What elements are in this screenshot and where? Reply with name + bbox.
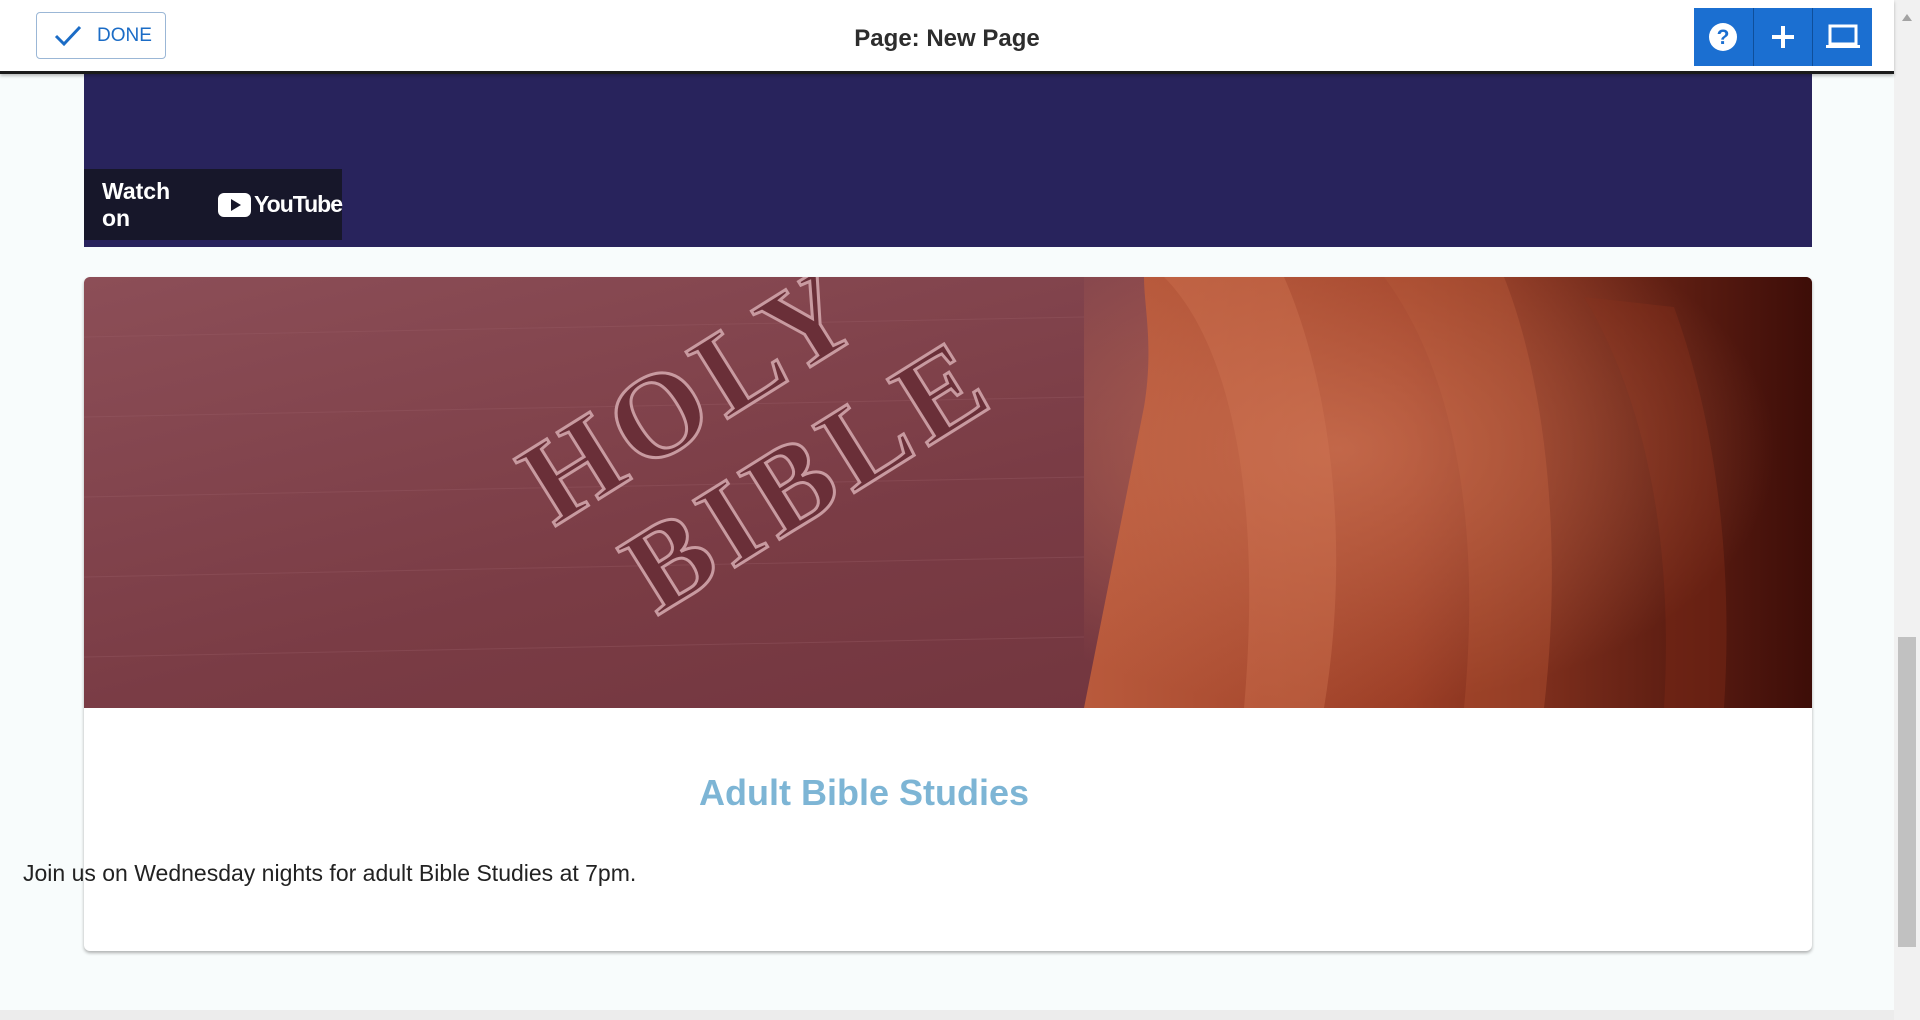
done-label: DONE [97,24,152,46]
page-title: Page: New Page [854,25,1040,52]
svg-text:?: ? [1717,26,1730,49]
card-heading: Adult Bible Studies [698,772,1029,813]
add-block-button[interactable] [1753,8,1814,66]
watch-on-youtube-link[interactable]: Watch on YouTube [84,169,343,240]
plus-icon [1772,26,1794,48]
holy-bible-image: HOLY BIBLE [84,277,1812,708]
editor-toolbar: DONE Page: New Page ? [0,0,1894,74]
help-button[interactable]: ? [1694,8,1754,66]
youtube-wordmark: YouTube [254,191,343,217]
card-body-text: Join us on Wednesday nights for adult Bi… [23,860,637,886]
youtube-logo: YouTube [218,191,343,218]
page-scrollbar[interactable] [1894,0,1920,1020]
toolbar-actions: ? [1694,8,1873,66]
checkmark-icon [54,25,82,46]
youtube-play-icon [218,192,252,217]
scrollbar-thumb[interactable] [1898,637,1916,947]
done-button[interactable]: DONE [36,12,166,59]
preview-button[interactable] [1813,8,1873,66]
laptop-icon [1825,24,1860,48]
page-bottom-strip [0,1010,1894,1020]
watch-on-label: Watch on [102,177,171,231]
scroll-up-arrow-icon[interactable] [1894,0,1920,34]
youtube-embed[interactable]: Watch on YouTube [84,74,1812,247]
content-card: HOLY BIBLE [84,277,1812,951]
help-circle-icon: ? [1709,23,1738,51]
